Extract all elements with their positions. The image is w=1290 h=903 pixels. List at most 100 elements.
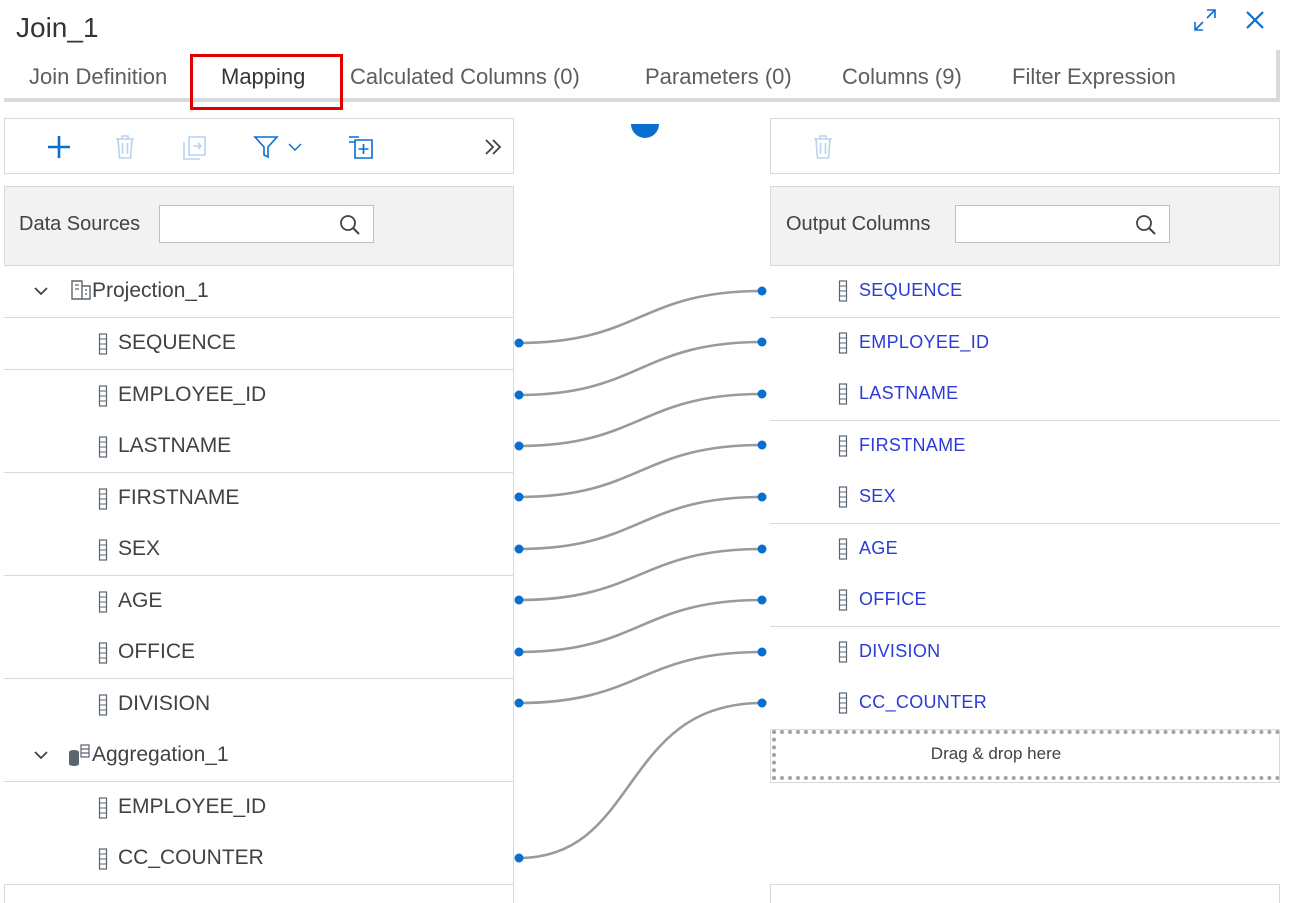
search-icon[interactable] bbox=[1135, 214, 1157, 236]
output-column-label: SEX bbox=[859, 486, 896, 506]
source-port bbox=[514, 595, 524, 605]
drop-zone[interactable]: Drag & drop here bbox=[772, 730, 1280, 780]
left-toolbar bbox=[4, 118, 514, 174]
output-columns-header: Output Columns bbox=[770, 186, 1280, 266]
plus-icon bbox=[48, 136, 70, 158]
target-port bbox=[757, 440, 767, 450]
column-icon bbox=[98, 694, 108, 716]
data-sources-label: Data Sources bbox=[19, 213, 141, 235]
maximize-button[interactable] bbox=[1188, 4, 1222, 36]
tab-calculated-columns[interactable]: Calculated Columns (0) bbox=[350, 64, 580, 90]
chevron-down-icon[interactable] bbox=[32, 746, 50, 764]
target-port bbox=[757, 595, 767, 605]
mapping-wire bbox=[518, 289, 763, 345]
maximize-icon bbox=[1194, 9, 1216, 31]
target-port bbox=[757, 544, 767, 554]
output-column-row[interactable]: SEQUENCE bbox=[770, 266, 1280, 318]
output-column-row[interactable]: SEX bbox=[770, 472, 1280, 524]
add-to-list-button[interactable] bbox=[341, 119, 381, 175]
source-port bbox=[514, 338, 524, 348]
output-column-row[interactable]: AGE bbox=[770, 524, 1280, 576]
tab-mapping[interactable]: Mapping bbox=[221, 64, 305, 90]
source-column-row[interactable]: SEQUENCE bbox=[4, 318, 513, 370]
tab-bar: Join Definition Mapping Calculated Colum… bbox=[0, 50, 1280, 102]
source-port bbox=[514, 390, 524, 400]
source-column-label: EMPLOYEE_ID bbox=[118, 383, 267, 406]
trash-icon bbox=[814, 135, 832, 159]
output-column-row[interactable]: LASTNAME bbox=[770, 369, 1280, 421]
close-icon bbox=[1246, 11, 1264, 29]
output-column-row[interactable]: OFFICE bbox=[770, 575, 1280, 627]
source-column-row[interactable]: FIRSTNAME bbox=[4, 473, 513, 525]
tab-join-definition[interactable]: Join Definition bbox=[29, 64, 167, 90]
source-column-row[interactable]: EMPLOYEE_ID bbox=[4, 370, 513, 422]
data-sources-search[interactable] bbox=[159, 205, 374, 243]
chevron-down-icon[interactable] bbox=[32, 282, 50, 300]
delete-output-button[interactable] bbox=[803, 119, 843, 175]
mapping-editor: Join_1 Join Definition Mapping Calculate… bbox=[0, 0, 1290, 903]
splitter-handle[interactable] bbox=[630, 124, 660, 142]
tab-parameters[interactable]: Parameters (0) bbox=[645, 64, 792, 90]
source-column-row[interactable]: DIVISION bbox=[4, 679, 513, 731]
source-column-row[interactable]: LASTNAME bbox=[4, 421, 513, 473]
column-icon bbox=[838, 280, 848, 302]
tab-bar-divider bbox=[4, 98, 1280, 102]
source-column-label: AGE bbox=[118, 589, 163, 612]
import-button[interactable] bbox=[175, 119, 215, 175]
source-column-row[interactable]: OFFICE bbox=[4, 627, 513, 679]
source-column-label: LASTNAME bbox=[118, 434, 232, 457]
tree-node-aggregation[interactable]: Aggregation_1 bbox=[4, 730, 513, 782]
output-column-row[interactable]: DIVISION bbox=[770, 627, 1280, 679]
output-column-row[interactable]: EMPLOYEE_ID bbox=[770, 318, 1280, 370]
column-icon bbox=[838, 383, 848, 405]
source-port bbox=[514, 441, 524, 451]
column-icon bbox=[98, 436, 108, 458]
search-icon[interactable] bbox=[339, 214, 361, 236]
add-to-list-icon bbox=[349, 136, 373, 159]
chevron-down-icon bbox=[288, 143, 302, 151]
column-icon bbox=[98, 797, 108, 819]
collapse-panel-button[interactable] bbox=[475, 119, 511, 175]
source-column-row[interactable]: AGE bbox=[4, 576, 513, 628]
output-column-label: FIRSTNAME bbox=[859, 435, 966, 455]
output-columns-search[interactable] bbox=[955, 205, 1170, 243]
output-column-label: LASTNAME bbox=[859, 383, 959, 403]
node-label: Projection_1 bbox=[92, 279, 209, 302]
column-icon bbox=[98, 539, 108, 561]
column-icon bbox=[98, 848, 108, 870]
tab-filter-expression[interactable]: Filter Expression bbox=[1012, 64, 1176, 90]
close-button[interactable] bbox=[1238, 4, 1272, 36]
mapping-wire bbox=[518, 598, 763, 654]
source-column-row[interactable]: SEX bbox=[4, 524, 513, 576]
filter-icon bbox=[253, 136, 279, 159]
aggregation-icon bbox=[69, 744, 90, 766]
source-column-row[interactable]: EMPLOYEE_ID bbox=[4, 782, 513, 834]
import-icon bbox=[183, 136, 206, 160]
source-column-label: SEX bbox=[118, 537, 161, 560]
output-column-row[interactable]: FIRSTNAME bbox=[770, 421, 1280, 473]
delete-button[interactable] bbox=[105, 119, 145, 175]
mapping-wire bbox=[518, 392, 763, 448]
column-icon bbox=[838, 486, 848, 508]
target-port bbox=[757, 337, 767, 347]
left-panel-border-right bbox=[513, 266, 514, 903]
empty-output-row bbox=[770, 782, 1280, 834]
target-port bbox=[757, 389, 767, 399]
source-port bbox=[514, 698, 524, 708]
column-icon bbox=[838, 641, 848, 663]
output-column-row[interactable]: CC_COUNTER bbox=[770, 678, 1280, 730]
output-column-label: OFFICE bbox=[859, 589, 927, 609]
tab-columns[interactable]: Columns (9) bbox=[842, 64, 962, 90]
target-port bbox=[757, 492, 767, 502]
projection-icon bbox=[71, 280, 91, 300]
window-title: Join_1 bbox=[16, 12, 99, 43]
mapping-wire bbox=[518, 650, 763, 705]
column-icon bbox=[98, 642, 108, 664]
tree-node-projection[interactable]: Projection_1 bbox=[4, 266, 513, 318]
output-column-label: EMPLOYEE_ID bbox=[859, 332, 990, 352]
filter-dropdown[interactable] bbox=[243, 119, 313, 175]
output-column-label: DIVISION bbox=[859, 641, 941, 661]
add-button[interactable] bbox=[39, 119, 79, 175]
column-icon bbox=[98, 591, 108, 613]
source-column-row[interactable]: CC_COUNTER bbox=[4, 833, 513, 885]
